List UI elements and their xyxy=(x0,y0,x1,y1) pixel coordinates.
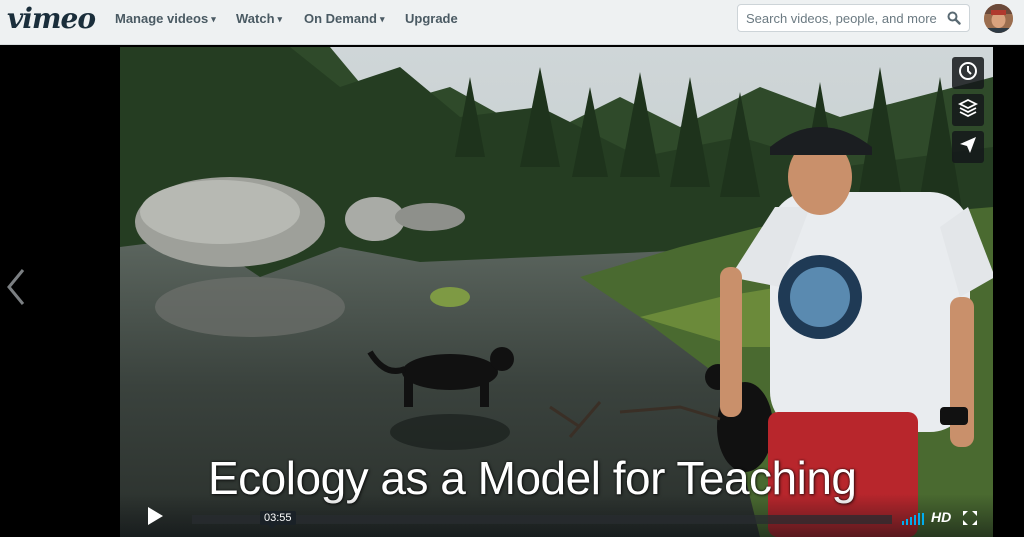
nav-upgrade[interactable]: Upgrade xyxy=(405,11,458,26)
chevron-down-icon: ▾ xyxy=(379,14,385,24)
vimeo-logo[interactable]: vimeo xyxy=(7,2,96,35)
chevron-down-icon: ▾ xyxy=(277,14,283,24)
watch-later-button[interactable] xyxy=(952,57,984,89)
share-icon xyxy=(958,135,978,160)
collections-icon xyxy=(957,98,979,123)
video-player[interactable]: Ecology as a Model for Teaching 03:55 HD xyxy=(120,47,993,537)
player-controls: 03:55 HD xyxy=(120,494,993,537)
volume-icon xyxy=(902,512,924,529)
chevron-down-icon: ▾ xyxy=(211,14,216,24)
nav-on-demand[interactable]: On Demand ▾ xyxy=(304,11,385,26)
fullscreen-icon xyxy=(963,511,977,529)
progress-bar[interactable]: 03:55 xyxy=(192,511,892,529)
search-input[interactable] xyxy=(746,9,941,27)
hd-quality-button[interactable]: HD xyxy=(931,509,951,525)
watch-later-icon xyxy=(958,61,978,86)
nav-on-demand-label: On Demand xyxy=(304,11,377,26)
user-avatar[interactable] xyxy=(984,4,1013,33)
volume-button[interactable] xyxy=(902,512,924,530)
collections-button[interactable] xyxy=(952,94,984,126)
play-button[interactable] xyxy=(146,506,164,531)
share-button[interactable] xyxy=(952,131,984,163)
play-icon xyxy=(146,507,164,530)
video-stage: Ecology as a Model for Teaching 03:55 HD xyxy=(0,45,1024,537)
top-navigation-bar: vimeo Manage videos ▾ Watch ▾ On Demand ▾ U… xyxy=(0,0,1024,45)
search-box xyxy=(737,4,970,32)
nav-upgrade-label: Upgrade xyxy=(405,11,458,26)
search-icon[interactable] xyxy=(947,11,961,30)
chevron-left-icon[interactable] xyxy=(5,267,27,312)
nav-watch-label: Watch xyxy=(236,11,275,26)
nav-watch[interactable]: Watch ▾ xyxy=(236,11,282,26)
nav-manage-videos-label: Manage videos xyxy=(115,11,209,26)
nav-manage-videos[interactable]: Manage videos ▾ xyxy=(115,11,216,26)
time-tooltip: 03:55 xyxy=(260,511,296,529)
fullscreen-button[interactable] xyxy=(963,511,977,530)
